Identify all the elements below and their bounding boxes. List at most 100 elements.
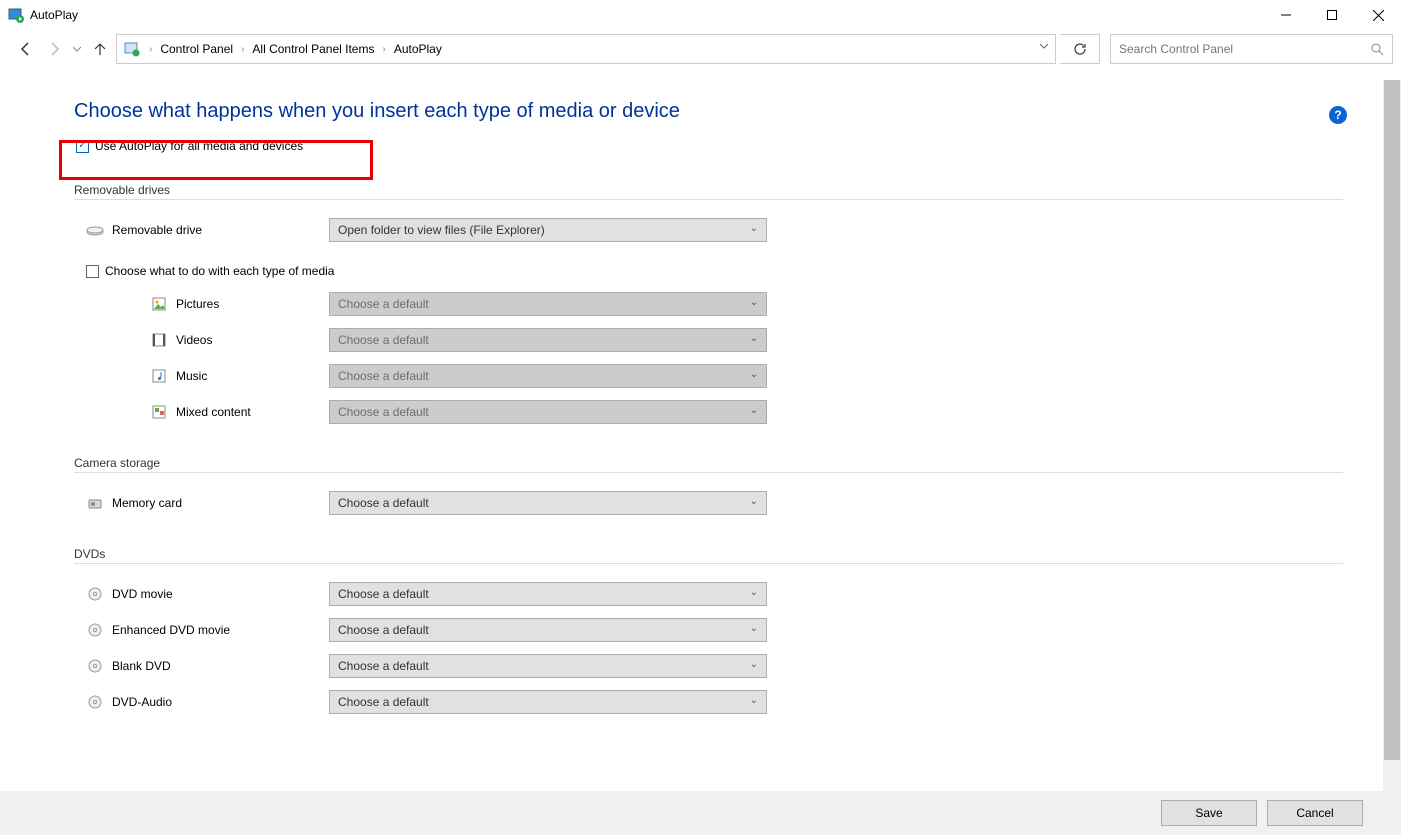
combo-value: Choose a default bbox=[338, 369, 429, 383]
nav-up-button[interactable] bbox=[88, 37, 112, 61]
chevron-down-icon: ⌄ bbox=[750, 405, 758, 416]
chevron-down-icon[interactable] bbox=[1039, 41, 1049, 51]
close-button[interactable] bbox=[1355, 0, 1401, 30]
memory-card-icon bbox=[86, 494, 104, 512]
nav-forward-button[interactable] bbox=[42, 37, 66, 61]
nav-history-dropdown[interactable] bbox=[70, 45, 84, 53]
chevron-down-icon: ⌄ bbox=[750, 496, 758, 507]
chevron-down-icon: ⌄ bbox=[750, 297, 758, 308]
autoplay-app-icon bbox=[8, 7, 24, 23]
music-icon bbox=[150, 367, 168, 385]
combo-value: Choose a default bbox=[338, 623, 429, 637]
window-title: AutoPlay bbox=[30, 8, 78, 22]
videos-icon bbox=[150, 331, 168, 349]
row-label: Mixed content bbox=[176, 405, 251, 419]
divider bbox=[74, 199, 1343, 200]
row-videos: Videos Choose a default ⌄ bbox=[74, 324, 1343, 356]
blank-dvd-combo[interactable]: Choose a default⌄ bbox=[329, 654, 767, 678]
pictures-combo[interactable]: Choose a default⌄ bbox=[329, 292, 767, 316]
disc-icon bbox=[86, 657, 104, 675]
chevron-down-icon: ⌄ bbox=[750, 369, 758, 380]
section-camera-storage: Camera storage Memory card Choose a defa… bbox=[74, 456, 1343, 519]
cancel-button[interactable]: Cancel bbox=[1267, 800, 1363, 826]
chevron-down-icon: ⌄ bbox=[750, 223, 758, 234]
control-panel-icon bbox=[123, 40, 141, 58]
row-label: DVD-Audio bbox=[112, 695, 172, 709]
divider bbox=[74, 563, 1343, 564]
music-combo[interactable]: Choose a default ⌄ bbox=[329, 364, 767, 388]
section-title: Camera storage bbox=[74, 456, 1343, 470]
section-title: Removable drives bbox=[74, 183, 1343, 197]
mixed-content-icon bbox=[150, 403, 168, 421]
row-blank-dvd: Blank DVD Choose a default⌄ bbox=[74, 650, 1343, 682]
section-dvds: DVDs DVD movie Choose a default ⌄ Enhance… bbox=[74, 547, 1343, 718]
combo-value: Choose a default bbox=[338, 405, 429, 419]
row-label: Music bbox=[176, 369, 207, 383]
chevron-right-icon: › bbox=[149, 44, 152, 55]
row-music: Music Choose a default ⌄ bbox=[74, 360, 1343, 392]
breadcrumb-item-control-panel[interactable]: Control Panel bbox=[158, 40, 235, 58]
row-label: Videos bbox=[176, 333, 212, 347]
mixed-content-combo[interactable]: Choose a default ⌄ bbox=[329, 400, 767, 424]
combo-value: Open folder to view files (File Explorer… bbox=[338, 223, 545, 237]
disc-icon bbox=[86, 693, 104, 711]
row-label: Enhanced DVD movie bbox=[112, 623, 230, 637]
refresh-button[interactable] bbox=[1060, 34, 1100, 64]
videos-combo[interactable]: Choose a default ⌄ bbox=[329, 328, 767, 352]
use-autoplay-label: Use AutoPlay for all media and devices bbox=[95, 139, 303, 153]
search-input[interactable] bbox=[1110, 34, 1393, 64]
maximize-button[interactable] bbox=[1309, 0, 1355, 30]
combo-value: Choose a default bbox=[338, 587, 429, 601]
breadcrumb[interactable]: › Control Panel › All Control Panel Item… bbox=[116, 34, 1056, 64]
search-icon bbox=[1370, 42, 1384, 56]
row-label: Removable drive bbox=[112, 223, 202, 237]
chevron-right-icon: › bbox=[241, 44, 244, 55]
combo-value: Choose a default bbox=[338, 659, 429, 673]
breadcrumb-item-autoplay[interactable]: AutoPlay bbox=[392, 40, 444, 58]
nav-back-button[interactable] bbox=[14, 37, 38, 61]
combo-value: Choose a default bbox=[338, 496, 429, 510]
pictures-icon bbox=[150, 295, 168, 313]
memory-card-combo[interactable]: Choose a default ⌄ bbox=[329, 491, 767, 515]
dvd-audio-combo[interactable]: Choose a default ⌄ bbox=[329, 690, 767, 714]
dvd-movie-combo[interactable]: Choose a default ⌄ bbox=[329, 582, 767, 606]
row-dvd-movie: DVD movie Choose a default ⌄ bbox=[74, 578, 1343, 610]
row-label: DVD movie bbox=[112, 587, 173, 601]
combo-value: Choose a default bbox=[338, 333, 429, 347]
footer: Save Cancel bbox=[0, 791, 1401, 835]
row-removable-drive: Removable drive Open folder to view file… bbox=[74, 214, 1343, 246]
chevron-down-icon: ⌄ bbox=[750, 587, 758, 598]
enhanced-dvd-combo[interactable]: Choose a default ⌄ bbox=[329, 618, 767, 642]
row-label: Blank DVD bbox=[112, 659, 171, 673]
titlebar: AutoPlay bbox=[0, 0, 1401, 30]
chevron-down-icon: ⌄ bbox=[750, 695, 758, 706]
save-button[interactable]: Save bbox=[1161, 800, 1257, 826]
removable-drive-icon bbox=[86, 221, 104, 239]
minimize-button[interactable] bbox=[1263, 0, 1309, 30]
disc-icon bbox=[86, 585, 104, 603]
search-field[interactable] bbox=[1119, 42, 1370, 56]
navbar: › Control Panel › All Control Panel Item… bbox=[0, 30, 1401, 68]
row-label: Memory card bbox=[112, 496, 182, 510]
row-enhanced-dvd: Enhanced DVD movie Choose a default ⌄ bbox=[74, 614, 1343, 646]
row-pictures: Pictures Choose a default⌄ bbox=[74, 288, 1343, 320]
choose-media-type-checkbox[interactable] bbox=[86, 265, 99, 278]
vertical-scrollbar[interactable] bbox=[1383, 80, 1401, 791]
window-controls bbox=[1263, 0, 1401, 30]
section-removable-drives: Removable drives Removable drive Open fo… bbox=[74, 183, 1343, 428]
row-label: Pictures bbox=[176, 297, 219, 311]
scrollbar-thumb[interactable] bbox=[1384, 80, 1400, 760]
use-autoplay-checkbox[interactable] bbox=[76, 140, 89, 153]
chevron-down-icon: ⌄ bbox=[750, 333, 758, 344]
removable-drive-combo[interactable]: Open folder to view files (File Explorer… bbox=[329, 218, 767, 242]
page-title: Choose what happens when you insert each… bbox=[74, 100, 1343, 123]
combo-value: Choose a default bbox=[338, 695, 429, 709]
chevron-right-icon: › bbox=[382, 44, 385, 55]
chevron-down-icon: ⌄ bbox=[750, 623, 758, 634]
help-icon[interactable]: ? bbox=[1329, 106, 1347, 124]
breadcrumb-item-all-items[interactable]: All Control Panel Items bbox=[250, 40, 376, 58]
row-dvd-audio: DVD-Audio Choose a default ⌄ bbox=[74, 686, 1343, 718]
section-title: DVDs bbox=[74, 547, 1343, 561]
row-mixed-content: Mixed content Choose a default ⌄ bbox=[74, 396, 1343, 428]
choose-media-type-label: Choose what to do with each type of medi… bbox=[105, 264, 334, 278]
